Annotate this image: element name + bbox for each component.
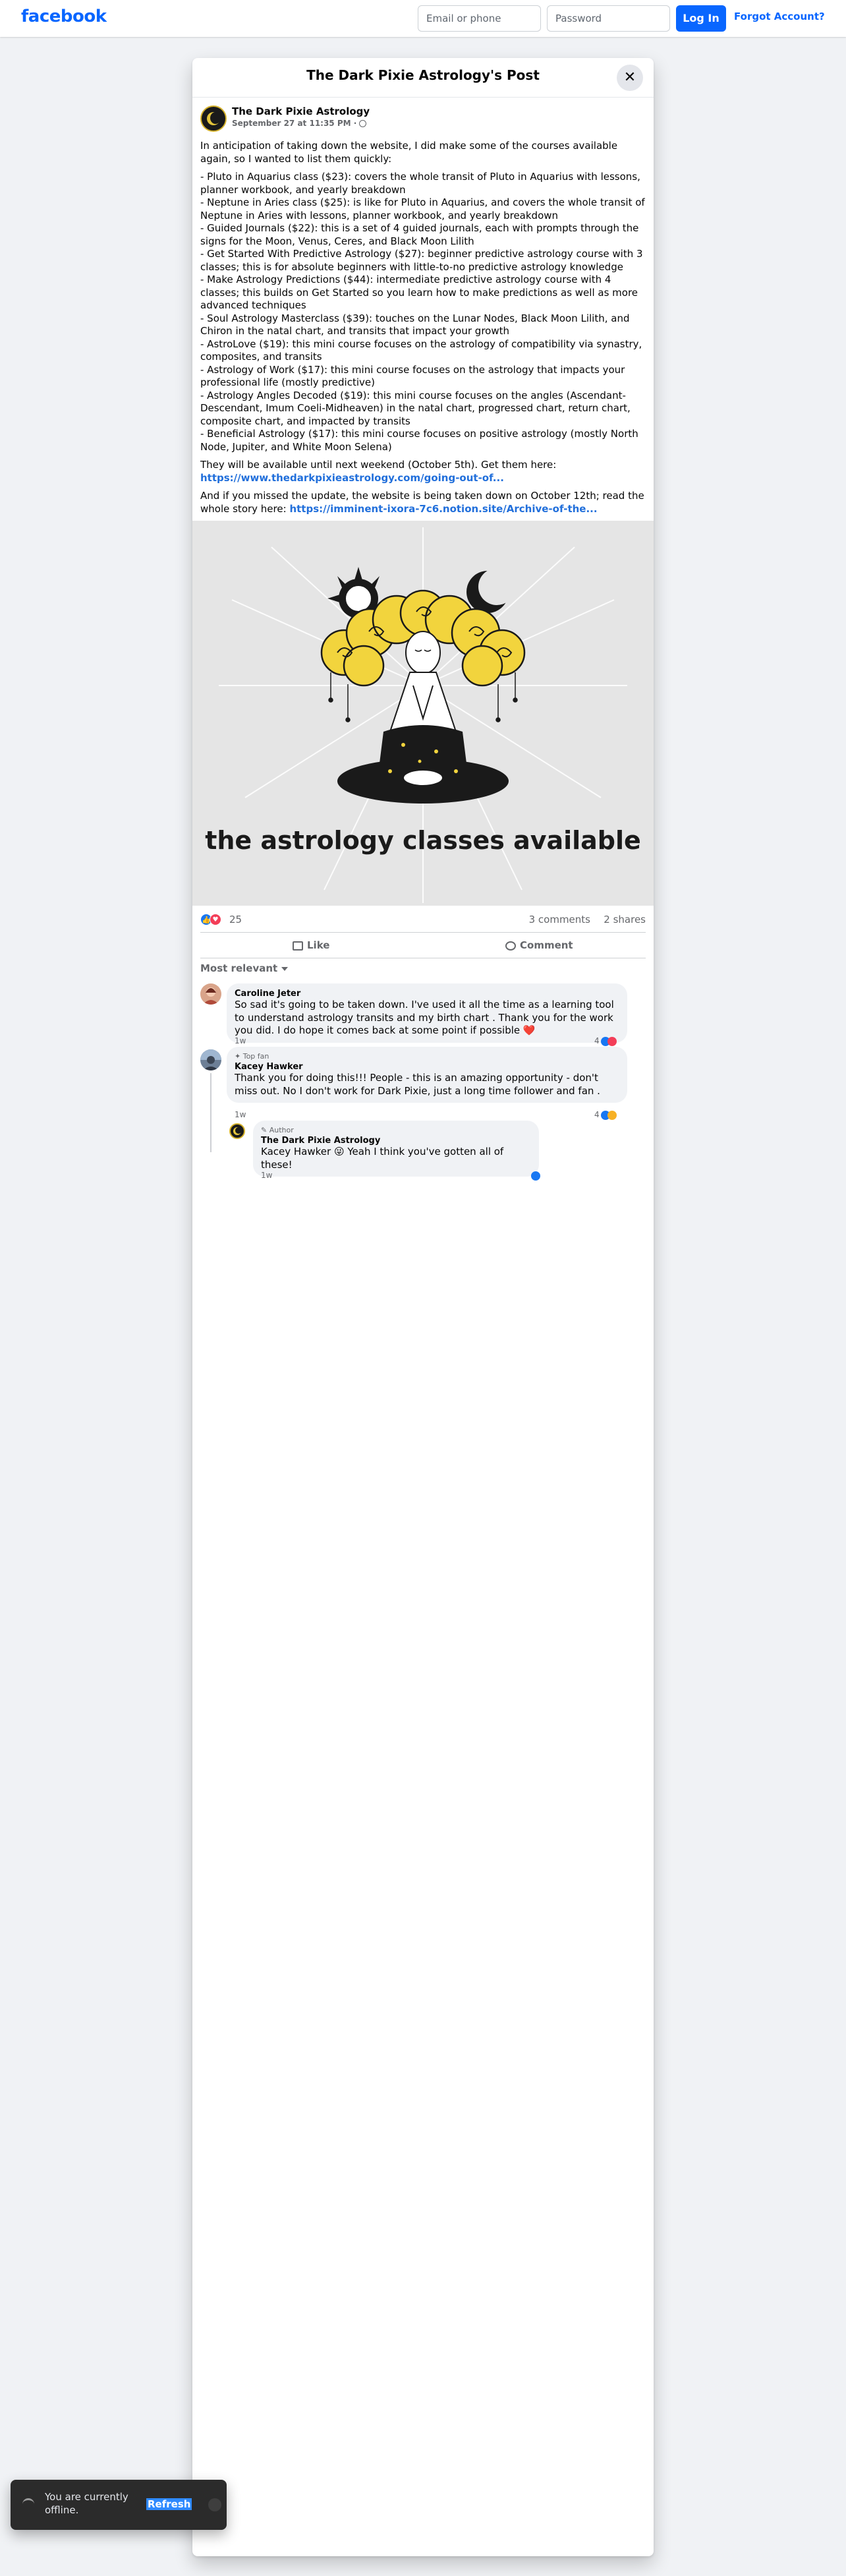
globe-icon (359, 120, 367, 127)
love-reaction-icon: ♥ (210, 914, 221, 925)
astrology-illustration: the astrology classes available (192, 521, 654, 906)
comment-bubble: ✦ Top fan Kacey Hawker Thank you for doi… (227, 1047, 627, 1103)
comment-time[interactable]: 1w (261, 1171, 272, 1180)
comment-text: Thank you for doing this!!! People - thi… (235, 1072, 600, 1097)
commenter-name[interactable]: The Dark Pixie Astrology (261, 1136, 531, 1146)
like-button[interactable]: Like (293, 933, 329, 958)
comment-bubble: Caroline Jeter So sad it's going to be t… (227, 983, 627, 1043)
comment-button[interactable]: Comment (505, 933, 573, 958)
course-item: - Neptune in Aries class ($25): is like … (200, 196, 645, 221)
avatar-photo (203, 987, 219, 1005)
email-input[interactable]: Email or phone (418, 5, 541, 32)
avatar-photo (200, 1049, 221, 1070)
course-item: - Pluto in Aquarius class ($23): covers … (200, 171, 640, 196)
avatar[interactable] (200, 1049, 221, 1070)
commenter-name[interactable]: Kacey Hawker (235, 1062, 619, 1072)
post-text: In anticipation of taking down the websi… (192, 140, 654, 515)
course-item: - Astrology Angles Decoded ($19): this m… (200, 389, 631, 427)
like-reaction-icon (531, 1171, 540, 1181)
courses-link[interactable]: https://www.thedarkpixieastrology.com/go… (200, 472, 504, 484)
course-item: - Astrology of Work ($17): this mini cou… (200, 363, 625, 389)
page-avatar[interactable] (200, 105, 227, 132)
love-reaction-icon (607, 1036, 617, 1046)
course-item: - Guided Journals ($22): this is a set o… (200, 222, 639, 247)
post-header: The Dark Pixie Astrology September 27 at… (192, 104, 654, 140)
post-image[interactable]: the astrology classes available (192, 521, 654, 906)
reaction-count[interactable]: 25 (229, 914, 242, 925)
commenter-name[interactable]: Caroline Jeter (235, 989, 619, 999)
top-fan-badge: ✦ Top fan (235, 1052, 269, 1061)
password-input[interactable]: Password (547, 5, 670, 32)
course-item: - AstroLove ($19): this mini course focu… (200, 337, 642, 363)
avatar[interactable] (200, 983, 221, 1005)
avatar[interactable] (229, 1123, 245, 1139)
comment-label: Comment (520, 939, 573, 951)
post-stats: 👍 ♥ 25 3 comments 2 shares (192, 906, 654, 932)
course-item: - Make Astrology Predictions ($44): inte… (200, 274, 638, 311)
update-paragraph: And if you missed the update, the websit… (200, 490, 646, 515)
offline-message: You are currently offline. (45, 2491, 128, 2516)
availability-paragraph: They will be available until next weeken… (200, 459, 646, 484)
chevron-down-icon (281, 966, 289, 971)
sort-label: Most relevant (200, 962, 278, 974)
facebook-logo[interactable]: facebook (21, 7, 107, 26)
comment: Caroline Jeter So sad it's going to be t… (192, 978, 654, 1047)
moon-icon (233, 1127, 242, 1135)
badge-label: Author (269, 1126, 294, 1134)
thumbs-up-icon (293, 941, 303, 951)
login-button[interactable]: Log In (676, 5, 726, 32)
course-item: - Get Started With Predictive Astrology … (200, 248, 643, 273)
comment-text: Kacey Hawker 😜 Yeah I think you've gotte… (261, 1146, 531, 1171)
wifi-off-icon (22, 2498, 34, 2510)
haha-reaction-icon (607, 1110, 617, 1120)
comment-sort-dropdown[interactable]: Most relevant (200, 962, 646, 978)
comment-reactions[interactable] (530, 1171, 540, 1181)
comment-reactions[interactable]: 4 (594, 1036, 617, 1046)
close-icon[interactable] (208, 2498, 221, 2511)
course-item: - Beneficial Astrology ($17): this mini … (200, 428, 638, 453)
author-badge: ✎ Author (261, 1126, 294, 1134)
availability-text: They will be available until next weeken… (200, 459, 557, 471)
comment-reaction-count: 4 (594, 1036, 600, 1045)
comments-count[interactable]: 3 comments (529, 914, 590, 925)
post-time-text: September 27 at 11:35 PM · (232, 119, 357, 128)
like-label: Like (307, 939, 330, 951)
post-actions: Like Comment (200, 932, 646, 958)
close-icon[interactable]: ✕ (617, 65, 643, 91)
forgot-account-link[interactable]: Forgot Account? (734, 11, 825, 22)
post-dialog: The Dark Pixie Astrology's Post ✕ The Da… (192, 58, 654, 2556)
offline-toast: You are currently offline. Refresh (11, 2480, 227, 2530)
course-list: - Pluto in Aquarius class ($23): covers … (200, 171, 646, 454)
comment-reaction-count: 4 (594, 1110, 600, 1119)
shares-count[interactable]: 2 shares (604, 914, 646, 925)
dialog-header: The Dark Pixie Astrology's Post ✕ (192, 58, 654, 98)
post-intro: In anticipation of taking down the websi… (200, 140, 618, 165)
dialog-title: The Dark Pixie Astrology's Post (306, 67, 540, 83)
post-author[interactable]: The Dark Pixie Astrology (232, 105, 370, 117)
comment-bubble-icon (505, 941, 516, 951)
comment-time[interactable]: 1w (235, 1110, 246, 1119)
course-item: - Soul Astrology Masterclass ($39): touc… (200, 312, 630, 337)
mention[interactable]: Kacey Hawker (261, 1146, 331, 1157)
badge-label: Top fan (242, 1052, 269, 1061)
refresh-button[interactable]: Refresh (146, 2498, 192, 2510)
comment-time[interactable]: 1w (235, 1036, 246, 1045)
comment-text: So sad it's going to be taken down. I've… (235, 999, 614, 1036)
moon-shadow (210, 112, 221, 124)
notion-archive-link[interactable]: https://imminent-ixora-7c6.notion.site/A… (289, 503, 597, 515)
comment-bubble: ✎ Author The Dark Pixie Astrology Kacey … (253, 1121, 539, 1177)
comment-reply: ✎ Author The Dark Pixie Astrology Kacey … (192, 1121, 654, 1200)
image-caption: the astrology classes available (205, 826, 641, 855)
top-navigation-bar: facebook Email or phone Password Log In … (0, 0, 846, 37)
comment-reactions[interactable]: 4 (594, 1110, 617, 1120)
post-timestamp[interactable]: September 27 at 11:35 PM · (232, 119, 367, 128)
comment: ✦ Top fan Kacey Hawker Thank you for doi… (192, 1047, 654, 1152)
